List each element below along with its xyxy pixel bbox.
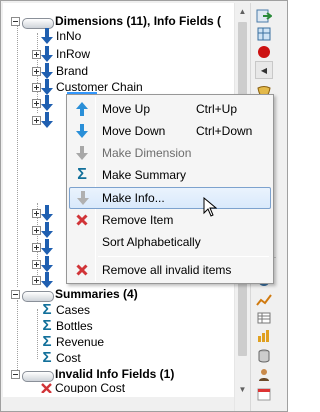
tree-line xyxy=(37,309,38,359)
dimension-arrow-icon xyxy=(41,79,53,95)
dimension-arrow-icon xyxy=(41,46,53,62)
dimension-arrow-icon xyxy=(41,63,53,79)
table-icon[interactable] xyxy=(255,309,273,327)
expand-toggle[interactable] xyxy=(32,98,41,108)
scroll-down-arrow-icon[interactable]: ▼ xyxy=(235,381,250,397)
item-label: Coupon Cost xyxy=(55,383,126,393)
grid-icon[interactable] xyxy=(255,25,273,43)
menu-item-label: Make Info... xyxy=(102,191,165,205)
expand-toggle[interactable] xyxy=(32,225,41,235)
collapse-toggle[interactable] xyxy=(11,289,20,299)
mouse-cursor-icon xyxy=(203,197,217,217)
tree-item[interactable] xyxy=(32,111,53,129)
tree-line xyxy=(17,25,18,287)
tree-item[interactable]: Coupon Cost xyxy=(41,383,125,393)
menu-item-label: Move Down xyxy=(102,124,166,138)
menu-item-move-down[interactable]: Move Down Ctrl+Down xyxy=(69,120,271,142)
line-chart-icon[interactable] xyxy=(255,291,273,309)
menu-item-label: Make Summary xyxy=(102,168,187,182)
tree-item[interactable] xyxy=(32,238,53,256)
dimension-arrow-icon xyxy=(41,205,53,221)
expand-toggle[interactable] xyxy=(32,275,41,285)
arrow-down-gray-icon xyxy=(69,142,95,164)
folder-icon xyxy=(22,288,54,302)
database-icon[interactable] xyxy=(255,347,273,365)
menu-item-label: Move Up xyxy=(102,102,151,116)
expand-toggle[interactable] xyxy=(32,242,41,252)
red-x-icon xyxy=(41,383,52,393)
menu-item-remove-item[interactable]: Remove Item xyxy=(69,209,271,231)
menu-item-label: Remove all invalid items xyxy=(102,263,232,277)
dimension-arrow-icon xyxy=(41,256,53,272)
sigma-icon: Σ xyxy=(42,333,52,350)
tree-item[interactable] xyxy=(32,221,53,239)
horizontal-scrollbar[interactable] xyxy=(3,397,234,411)
arrow-down-icon xyxy=(69,120,95,142)
item-label: InRow xyxy=(56,47,91,61)
arrow-up-icon xyxy=(69,98,95,120)
expand-toggle[interactable] xyxy=(32,259,41,269)
expand-toggle[interactable] xyxy=(32,66,41,76)
dimension-arrow-icon xyxy=(41,239,53,255)
scroll-up-arrow-icon[interactable]: ▲ xyxy=(235,3,250,19)
menu-item-sort-alphabetically[interactable]: Sort Alphabetically xyxy=(69,231,271,253)
dimension-arrow-icon xyxy=(41,112,53,128)
menu-item-shortcut: Ctrl+Down xyxy=(196,124,253,138)
sigma-icon: Σ xyxy=(42,349,52,366)
menu-item-remove-all-invalid[interactable]: Remove all invalid items xyxy=(69,259,271,281)
menu-item-label: Remove Item xyxy=(102,213,174,227)
dimension-arrow-icon xyxy=(41,28,53,44)
tree-item[interactable] xyxy=(32,204,53,222)
folder-icon xyxy=(22,368,54,382)
sigma-icon: Σ xyxy=(77,166,87,183)
bar-chart-icon[interactable] xyxy=(255,327,273,345)
tree-item[interactable]: InRow xyxy=(32,45,90,63)
sigma-icon: Σ xyxy=(42,301,52,318)
arrow-down-gray-icon xyxy=(70,187,96,209)
collapse-toggle[interactable] xyxy=(11,369,20,379)
menu-item-make-dimension: Make Dimension xyxy=(69,142,271,164)
calendar-icon[interactable] xyxy=(255,385,273,403)
dimension-arrow-icon xyxy=(41,222,53,238)
folder-icon xyxy=(22,15,54,29)
menu-item-make-info[interactable]: Make Info... xyxy=(69,187,271,209)
import-icon[interactable] xyxy=(255,7,273,25)
menu-item-shortcut: Ctrl+Up xyxy=(196,102,238,116)
menu-separator xyxy=(98,256,269,257)
context-menu: Move Up Ctrl+Up Move Down Ctrl+Down Make… xyxy=(66,94,274,284)
red-x-icon xyxy=(69,259,95,281)
menu-item-make-summary[interactable]: Σ Make Summary xyxy=(69,164,271,186)
expand-toggle[interactable] xyxy=(32,208,41,218)
collapse-panel-icon[interactable]: ◀ xyxy=(255,61,273,79)
tree-item[interactable]: InNo xyxy=(32,27,81,45)
sigma-icon: Σ xyxy=(42,317,52,334)
expand-toggle[interactable] xyxy=(32,115,41,125)
tree-line xyxy=(17,300,18,370)
tree-group-invalid[interactable]: Invalid Info Fields (1) xyxy=(11,365,174,383)
tree-item-selected[interactable] xyxy=(32,94,53,112)
collapse-toggle[interactable] xyxy=(11,16,20,26)
red-x-icon xyxy=(69,209,95,231)
menu-item-icon-slot xyxy=(69,231,95,253)
dimension-arrow-icon xyxy=(41,95,53,111)
item-label: InNo xyxy=(56,29,82,43)
user-icon[interactable] xyxy=(255,365,273,383)
expand-toggle[interactable] xyxy=(32,49,41,59)
menu-item-label: Sort Alphabetically xyxy=(102,235,201,249)
menu-item-label: Make Dimension xyxy=(102,146,192,160)
group-label: Invalid Info Fields (1) xyxy=(55,367,175,381)
record-icon[interactable] xyxy=(255,43,273,61)
menu-item-move-up[interactable]: Move Up Ctrl+Up xyxy=(69,98,271,120)
expand-toggle[interactable] xyxy=(32,82,41,92)
